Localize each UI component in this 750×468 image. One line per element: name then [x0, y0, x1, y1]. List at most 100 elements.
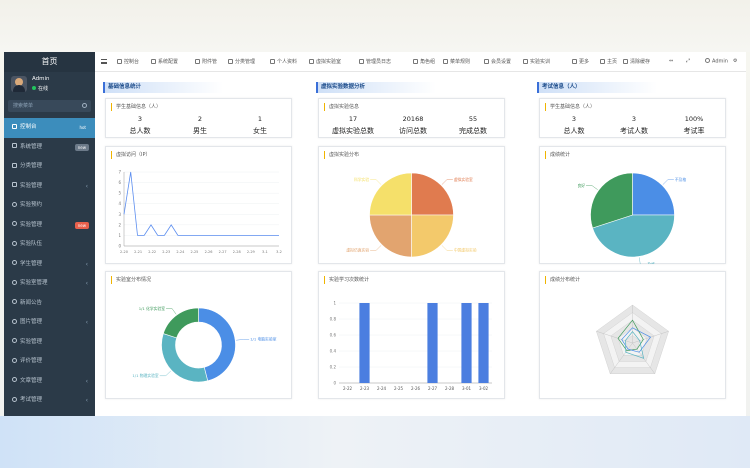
pie-label: 1/1 电脑实验室	[250, 337, 277, 342]
user-status-text: 在线	[38, 86, 49, 92]
sidebar-item-6[interactable]: 实验队伍	[4, 235, 95, 255]
topnav-item-13[interactable]: 清除缓存	[623, 58, 650, 65]
topnav-item-2[interactable]: 附件管	[195, 58, 217, 65]
sidebar-item-5[interactable]: 实验管理 new	[4, 216, 95, 236]
pie-label: 不及格	[675, 177, 687, 182]
chevron-left-icon: ‹	[85, 319, 88, 326]
topnav-label: 角色组	[420, 59, 436, 65]
pie-slice-2	[369, 214, 412, 258]
stat-label: 女生	[253, 127, 267, 135]
x-tick-label: 2-28	[233, 250, 241, 254]
sidebar-item-14[interactable]: 考试管理 ‹	[4, 391, 95, 411]
pie-label: 1/1 物理实验室	[132, 373, 159, 378]
pie-label: 虚拟实验室	[454, 177, 473, 182]
avatar[interactable]	[11, 76, 27, 92]
topnav-label: 主页	[607, 59, 618, 65]
topnav-item-7[interactable]: 角色组	[413, 58, 435, 65]
nav-icon	[228, 58, 233, 64]
sidebar-item-label: 实验室管理	[20, 280, 48, 286]
user-panel: Admin 在线	[4, 72, 95, 98]
stat-value: 2	[197, 115, 203, 123]
chart-svg: 1/1 电脑实验室 1/1 物理实验室 1/1 化学实验室	[132, 306, 277, 383]
sidebar-item-label: 系统管理	[20, 143, 43, 150]
stat-block: 1 女生	[230, 115, 290, 136]
bar-8	[478, 303, 489, 383]
stats-card: 虚拟实验信息 17 虚拟实验总数 20168 访问总数 55 完成总数	[318, 98, 505, 138]
pie-label: 科学实验	[354, 177, 369, 182]
admin-menu[interactable]: Admin	[705, 58, 728, 65]
sidebar-item-10[interactable]: 图片管理 ‹	[4, 313, 95, 333]
nav-icon	[309, 58, 314, 64]
sidebar-item-3[interactable]: 实验管理 ‹	[4, 177, 95, 197]
topnav-item-9[interactable]: 会员设置	[484, 58, 511, 65]
stat-value: 3	[631, 115, 637, 123]
dashboard-content: 基础信息统计 学生基础信息（人） 3 总人数 2 男生 1 女生 虚拟访问（IP） 0 1 2 3 4 5 6…	[95, 72, 746, 416]
topnav-item-11[interactable]: 更多	[572, 58, 589, 65]
sidebar-item-12[interactable]: 评价管理	[4, 352, 95, 372]
menu-item-icon	[12, 357, 17, 363]
topnav-item-8[interactable]: 菜单规则	[443, 58, 470, 65]
gear-icon[interactable]: ⚙	[733, 58, 737, 64]
menu-toggle-icon[interactable]	[101, 59, 107, 64]
stat-value: 1	[257, 115, 263, 123]
stat-block: 3 总人数	[110, 115, 170, 136]
pie-slice-3	[369, 172, 412, 216]
nav-icon	[572, 58, 577, 64]
pie-slice-0	[411, 172, 454, 216]
pie-slice-1	[161, 333, 209, 383]
stat-value: 100%	[684, 115, 704, 123]
topnav-item-6[interactable]: 管理员日志	[359, 58, 391, 65]
sidebar-item-13[interactable]: 文章管理 ‹	[4, 372, 95, 392]
topnav-item-3[interactable]: 分类管理	[228, 58, 255, 65]
sidebar-item-2[interactable]: 分类管理	[4, 157, 95, 177]
y-tick-label: 3	[118, 212, 121, 217]
y-tick-label: 0.8	[330, 317, 337, 322]
menu-badge: new	[74, 143, 89, 151]
brand-logo[interactable]: 首页	[4, 52, 95, 72]
chart-card-title: 实验室分布情况	[111, 276, 151, 284]
sidebar-item-11[interactable]: 实验管理	[4, 333, 95, 353]
nav-icon	[623, 58, 628, 64]
topnav-item-10[interactable]: 实验实训	[523, 58, 550, 65]
sidebar-item-7[interactable]: 学生管理 ‹	[4, 255, 95, 275]
chart-card-title: 成绩分布统计	[545, 276, 580, 284]
topnav-label: 清除缓存	[630, 59, 651, 65]
topnav-item-1[interactable]: 系统配置	[151, 58, 178, 65]
topnav-item-5[interactable]: 虚拟实验室	[309, 58, 341, 65]
sidebar-item-0[interactable]: 控制台 hot	[4, 118, 95, 138]
x-tick-label: 2-27	[428, 386, 438, 391]
topnav-label: 附件管	[202, 59, 218, 65]
search-icon[interactable]	[82, 103, 87, 108]
stat-block: 100% 考试率	[664, 115, 724, 136]
chart-card: 实验学习次数统计 0 0.2 0.4 0.6 0.8 1 2-22 2-23 2-24 2-25 2-…	[318, 271, 505, 399]
sidebar-item-9[interactable]: 新闻公告	[4, 294, 95, 314]
dashboard-column-2: 考试信息（人） 学生基础信息（人） 3 总人数 3 考试人数 100% 考试率成绩统计不及格及…	[529, 72, 746, 416]
topnav-label: 个人资料	[277, 59, 298, 65]
menu-item-icon	[12, 396, 17, 402]
pie-label: 1/1 化学实验室	[139, 306, 166, 311]
menu-item-icon	[12, 123, 17, 129]
topnav-label: 控制台	[124, 59, 140, 65]
menu-item-icon	[12, 143, 17, 148]
sidebar-search-input[interactable]: 搜索菜单	[8, 100, 91, 112]
sidebar-item-label: 控制台	[20, 124, 37, 130]
chart-card-title: 成绩统计	[545, 151, 570, 159]
expand-icon[interactable]: ⇔	[669, 58, 673, 64]
menu-item-icon	[12, 182, 17, 187]
stat-label: 总人数	[563, 127, 585, 135]
pie-label-line	[586, 185, 598, 190]
x-tick-label: 2-29	[247, 250, 255, 254]
menu-item-icon	[12, 162, 17, 168]
sidebar-item-4[interactable]: 实验预约	[4, 196, 95, 216]
topnav-item-4[interactable]: 个人资料	[270, 58, 297, 65]
sidebar-item-label: 实验管理	[20, 182, 43, 189]
sidebar-item-label: 文章管理	[20, 377, 43, 384]
sidebar-item-label: 学生管理	[20, 260, 43, 267]
menu-item-icon	[12, 299, 17, 304]
bar-1	[359, 303, 370, 383]
topnav-item-12[interactable]: 主页	[600, 58, 617, 65]
sidebar-item-8[interactable]: 实验室管理 ‹	[4, 274, 95, 294]
fullscreen-icon[interactable]: ⤢	[686, 58, 690, 64]
topnav-item-0[interactable]: 控制台	[117, 58, 139, 65]
sidebar-item-1[interactable]: 系统管理 new	[4, 138, 95, 158]
